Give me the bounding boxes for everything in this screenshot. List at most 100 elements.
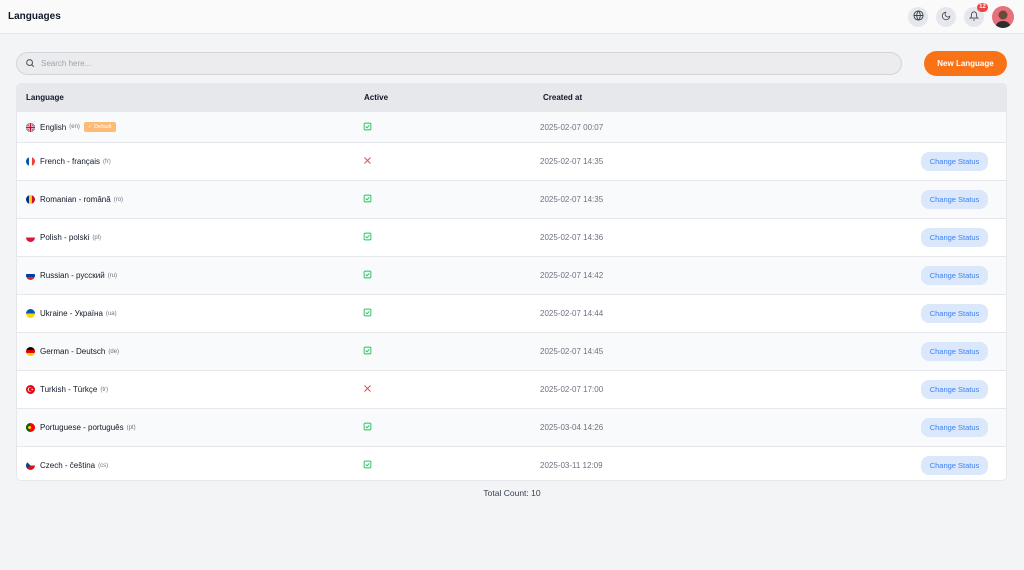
default-badge-label: Default <box>94 124 112 130</box>
change-status-button[interactable]: Change Status <box>921 304 988 323</box>
table-row: Romanian - română (ro) 2025-02-07 14:35 Cha… <box>17 181 1006 219</box>
change-status-button[interactable]: Change Status <box>921 380 988 399</box>
x-icon <box>363 385 372 395</box>
table-row: Ukraine - Україна (ua) 2025-02-07 14:44 Cha… <box>17 295 1006 333</box>
language-code: (de) <box>108 348 120 355</box>
table-row: Turkish - Türkçe (tr) 2025-02-07 17:00 Chan… <box>17 371 1006 409</box>
table-row: English (en) ✓ Default 2025-02-07 00:07 <box>17 112 1006 143</box>
check-icon <box>363 270 372 281</box>
language-cell: French - français (fr) <box>26 157 111 166</box>
created-cell: 2025-02-07 14:36 <box>540 233 604 242</box>
language-name: Ukraine - Україна <box>40 309 103 318</box>
search-icon <box>25 55 35 73</box>
active-cell <box>363 232 372 243</box>
check-icon <box>363 346 372 357</box>
language-cell: Turkish - Türkçe (tr) <box>26 385 108 394</box>
active-cell <box>363 422 372 433</box>
language-cell: Czech - čeština (cs) <box>26 461 108 470</box>
language-code: (ro) <box>113 196 124 203</box>
table-row: Russian - русский (ru) 2025-02-07 14:42 Cha… <box>17 257 1006 295</box>
moon-icon <box>941 8 951 26</box>
active-cell <box>363 156 372 167</box>
created-cell: 2025-02-07 17:00 <box>540 385 604 394</box>
table-row: Portuguese - português (pt) 2025-03-04 14:… <box>17 409 1006 447</box>
language-name: Czech - čeština <box>40 461 96 470</box>
avatar[interactable] <box>992 5 1014 28</box>
change-status-button[interactable]: Change Status <box>921 190 988 209</box>
active-cell <box>363 308 372 319</box>
flag-gb-icon <box>26 122 35 132</box>
page-title: Languages <box>8 11 61 22</box>
check-icon <box>363 460 372 471</box>
actions-cell: Change Status <box>921 380 988 399</box>
flag-fr-icon <box>26 157 35 166</box>
language-code: (en) <box>69 124 80 130</box>
flag-tr-icon <box>26 385 35 394</box>
change-status-button[interactable]: Change Status <box>921 342 988 361</box>
change-status-button[interactable]: Change Status <box>921 418 988 437</box>
language-code: (pl) <box>92 234 102 241</box>
table-row: Czech - čeština (cs) 2025-03-11 12:09 Chang… <box>17 447 1006 480</box>
active-cell <box>363 346 372 357</box>
check-icon <box>363 232 372 243</box>
actions-cell: Change Status <box>921 456 988 475</box>
actions-cell: Change Status <box>921 152 988 171</box>
flag-pt-icon <box>26 423 35 432</box>
change-status-button[interactable]: Change Status <box>921 152 988 171</box>
new-language-button[interactable]: New Language <box>924 51 1007 76</box>
created-cell: 2025-03-11 12:09 <box>540 461 603 470</box>
actions-cell: Change Status <box>921 228 988 247</box>
flag-cz-icon <box>26 461 35 470</box>
table-row: Polish - polski (pl) 2025-02-07 14:36 Chang… <box>17 219 1006 257</box>
change-status-button[interactable]: Change Status <box>921 228 988 247</box>
column-header-created: Created at <box>543 93 583 102</box>
created-cell: 2025-02-07 14:35 <box>540 195 604 204</box>
flag-ro-icon <box>26 195 35 204</box>
x-icon <box>363 157 372 167</box>
language-cell: German - Deutsch (de) <box>26 347 119 356</box>
language-name: Turkish - Türkçe <box>40 385 98 394</box>
language-name: Portuguese - português <box>40 423 124 432</box>
actions-cell: Change Status <box>921 304 988 323</box>
header-actions: 12 <box>908 2 1016 28</box>
language-cell: Polish - polski (pl) <box>26 233 101 242</box>
table-body: English (en) ✓ Default 2025-02-07 00:07 Fren… <box>17 112 1006 480</box>
language-name: English <box>40 122 67 132</box>
language-button[interactable] <box>908 6 928 27</box>
created-cell: 2025-02-07 14:45 <box>540 347 604 356</box>
top-bar: Languages 12 <box>0 0 1024 34</box>
created-cell: 2025-02-07 00:07 <box>540 122 604 132</box>
check-icon <box>363 122 372 133</box>
created-cell: 2025-02-07 14:44 <box>540 309 604 318</box>
check-icon <box>363 422 372 433</box>
notifications-button[interactable]: 12 <box>964 2 988 27</box>
table-row: French - français (fr) 2025-02-07 14:35 Cha… <box>17 143 1006 181</box>
flag-de-icon <box>26 347 35 356</box>
language-cell: English (en) ✓ Default <box>26 122 116 132</box>
created-cell: 2025-02-07 14:42 <box>540 271 604 280</box>
actions-cell: Change Status <box>921 342 988 361</box>
search-input[interactable] <box>41 59 861 68</box>
notification-badge: 12 <box>977 2 988 12</box>
change-status-button[interactable]: Change Status <box>921 266 988 285</box>
check-icon <box>363 308 372 319</box>
active-cell <box>363 384 372 395</box>
flag-pl-icon <box>26 233 35 242</box>
actions-cell: Change Status <box>921 190 988 209</box>
active-cell <box>363 122 372 133</box>
theme-toggle-button[interactable] <box>936 6 956 27</box>
language-code: (ru) <box>107 272 118 279</box>
table-row: German - Deutsch (de) 2025-02-07 14:45 Chan… <box>17 333 1006 371</box>
language-code: (fr) <box>103 158 111 165</box>
language-name: Polish - polski <box>40 233 90 242</box>
languages-table: Language Active Created at English (en) ✓ … <box>16 83 1007 481</box>
language-code: (ua) <box>105 310 117 317</box>
total-count: Total Count: 10 <box>483 488 541 498</box>
language-cell: Portuguese - português (pt) <box>26 423 136 432</box>
search-bar[interactable] <box>16 52 902 75</box>
flag-ua-icon <box>26 309 35 318</box>
language-code: (cs) <box>98 462 109 469</box>
change-status-button[interactable]: Change Status <box>921 456 988 475</box>
actions-cell: Change Status <box>921 418 988 437</box>
column-header-active: Active <box>364 93 389 102</box>
